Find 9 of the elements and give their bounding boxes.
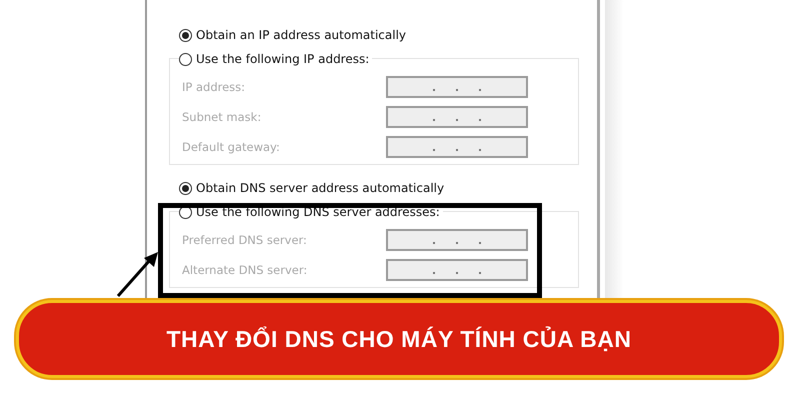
- field-label: Subnet mask:: [182, 110, 262, 124]
- field-label: Alternate DNS server:: [182, 263, 308, 277]
- pointer-arrow: [114, 250, 160, 298]
- radio-button[interactable]: Obtain DNS server address automatically: [179, 177, 444, 199]
- radio-button[interactable]: Obtain an IP address automatically: [179, 24, 406, 46]
- field-label: Default gateway:: [182, 140, 280, 154]
- field-label: IP address:: [182, 80, 246, 94]
- field-label: Preferred DNS server:: [182, 233, 307, 247]
- banner-title: THAY ĐỔI DNS CHO MÁY TÍNH CỦA BẠN: [166, 326, 632, 352]
